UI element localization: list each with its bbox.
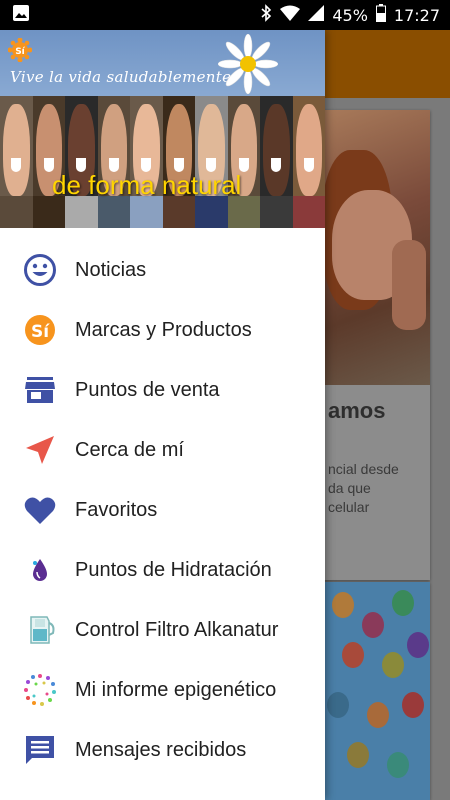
- background-balloons-card: [322, 582, 430, 800]
- heart-icon: [22, 492, 58, 528]
- menu-item-label: Control Filtro Alkanatur: [75, 618, 279, 641]
- status-bar: 45% 17:27: [0, 0, 450, 30]
- battery-percent: 45%: [332, 5, 368, 25]
- menu-item-noticias[interactable]: Noticias: [0, 240, 325, 300]
- wifi-icon: [280, 5, 301, 25]
- store-icon: [22, 372, 58, 408]
- news-card-photo: [322, 110, 430, 385]
- menu-item-marcas-productos[interactable]: Sí Marcas y Productos: [0, 300, 325, 360]
- menu-item-cerca-de-mi[interactable]: Cerca de mí: [0, 420, 325, 480]
- navigation-drawer: Sí Vive la vida saludablemente de forma …: [0, 30, 325, 800]
- menu-item-control-filtro[interactable]: Control Filtro Alkanatur: [0, 600, 325, 660]
- navigation-arrow-icon: [22, 432, 58, 468]
- menu-item-favoritos[interactable]: Favoritos: [0, 480, 325, 540]
- epigenetica-logo-icon: [22, 672, 58, 708]
- menu-item-label: Cerca de mí: [75, 438, 184, 461]
- battery-icon: [375, 4, 386, 26]
- header-tagline: de forma natural: [52, 170, 242, 200]
- menu-item-label: Mi informe epigenético: [75, 678, 277, 701]
- signal-icon: [308, 5, 325, 25]
- menu-item-label: Favoritos: [75, 498, 158, 521]
- menu-item-puntos-hidratacion[interactable]: Puntos de Hidratación: [0, 540, 325, 600]
- message-icon: [22, 732, 58, 768]
- menu-item-label: Noticias: [75, 258, 147, 281]
- background-news-card: amos ncial desde da que celular: [322, 110, 430, 580]
- menu-item-puntos-venta[interactable]: Puntos de venta: [0, 360, 325, 420]
- water-filter-jug-icon: [22, 612, 58, 648]
- menu-item-informe-epigenetico[interactable]: Mi informe epigenético: [0, 660, 325, 720]
- balloons-photo: [322, 582, 430, 800]
- drawer-menu: Noticias Sí Marcas y Productos Puntos de…: [0, 228, 325, 780]
- news-card-text: ncial desde da que celular: [328, 461, 399, 515]
- header-faces-photo: [0, 96, 325, 228]
- logo-text: Sí: [15, 47, 25, 57]
- menu-item-label: Mensajes recibidos: [75, 738, 247, 761]
- water-drop-icon: [22, 552, 58, 588]
- bluetooth-icon: [260, 4, 272, 26]
- gallery-notification-icon: [12, 4, 30, 27]
- header-slogan: Vive la vida saludablemente: [10, 68, 232, 86]
- brand-logo-icon: Sí: [7, 37, 33, 63]
- drawer-header: Sí Vive la vida saludablemente de forma …: [0, 30, 325, 228]
- menu-item-mensajes-recibidos[interactable]: Mensajes recibidos: [0, 720, 325, 780]
- smiley-icon: [22, 252, 58, 288]
- brand-logo-icon: Sí: [22, 312, 58, 348]
- daisy-flower-icon: [217, 33, 279, 95]
- menu-item-label: Puntos de Hidratación: [75, 558, 272, 581]
- news-card-title: amos: [328, 398, 386, 423]
- menu-item-label: Marcas y Productos: [75, 318, 252, 341]
- clock: 17:27: [393, 5, 440, 25]
- menu-logo-text: Sí: [31, 322, 50, 342]
- menu-item-label: Puntos de venta: [75, 378, 220, 401]
